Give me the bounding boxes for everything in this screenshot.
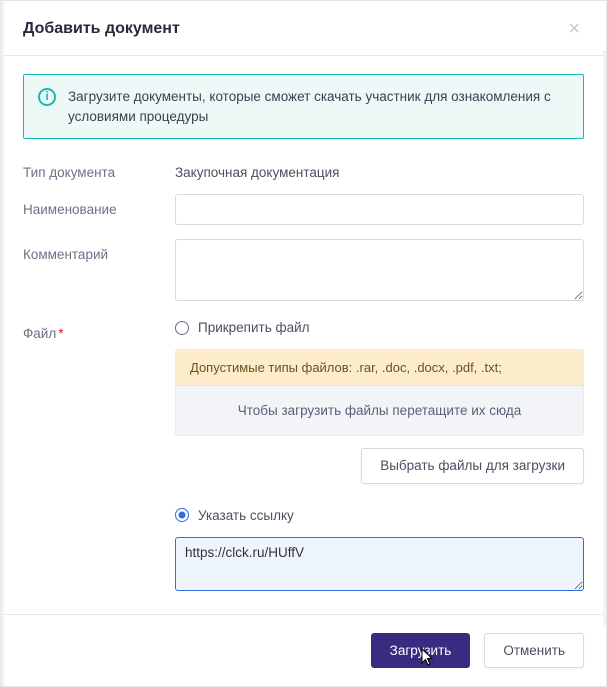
row-comment: Комментарий [23, 239, 584, 304]
alert-text: Загрузите документы, которые сможет скач… [68, 87, 569, 126]
modal-footer: Загрузить Отменить [1, 614, 606, 687]
radio-icon-checked [175, 508, 189, 522]
allowed-types-hint: Допустимые типы файлов: .rar, .doc, .doc… [176, 350, 583, 386]
label-doc-type: Тип документа [23, 157, 175, 180]
close-icon[interactable]: × [564, 17, 584, 41]
radio-link[interactable]: Указать ссылку [175, 506, 584, 525]
info-alert: i Загрузите документы, которые сможет ск… [23, 74, 584, 139]
label-name: Наименование [23, 194, 175, 225]
name-input[interactable] [175, 194, 584, 225]
modal-body: i Загрузите документы, которые сможет ск… [1, 56, 606, 614]
radio-icon-unchecked [175, 321, 189, 335]
required-asterisk: * [58, 326, 63, 341]
row-doc-type: Тип документа Закупочная документация [23, 157, 584, 180]
choose-file-wrap: Выбрать файлы для загрузки [175, 448, 584, 484]
modal-header: Добавить документ × [1, 1, 606, 55]
modal-title: Добавить документ [23, 20, 180, 38]
radio-link-label: Указать ссылку [198, 508, 294, 523]
comment-input[interactable] [175, 239, 584, 301]
radio-attach-file[interactable]: Прикрепить файл [175, 318, 584, 337]
value-doc-type: Закупочная документация [175, 157, 584, 180]
bg-edge-right [603, 51, 606, 626]
link-input[interactable] [175, 537, 584, 591]
label-file: Файл* [23, 318, 175, 594]
row-file: Файл* Прикрепить файл Допустимые типы фа… [23, 318, 584, 594]
radio-attach-label: Прикрепить файл [198, 320, 310, 335]
submit-button[interactable]: Загрузить [371, 633, 471, 669]
choose-file-button[interactable]: Выбрать файлы для загрузки [361, 448, 584, 484]
link-block [175, 537, 584, 594]
drop-zone[interactable]: Чтобы загрузить файлы перетащите их сюда [176, 386, 583, 435]
label-comment: Комментарий [23, 239, 175, 304]
file-hints: Допустимые типы файлов: .rar, .doc, .doc… [175, 349, 584, 436]
bg-edge-left [1, 1, 4, 686]
cancel-button[interactable]: Отменить [484, 633, 584, 669]
add-document-modal: Добавить документ × i Загрузите документ… [0, 0, 607, 687]
row-name: Наименование [23, 194, 584, 225]
label-file-text: Файл [23, 326, 56, 341]
info-icon: i [38, 88, 56, 106]
